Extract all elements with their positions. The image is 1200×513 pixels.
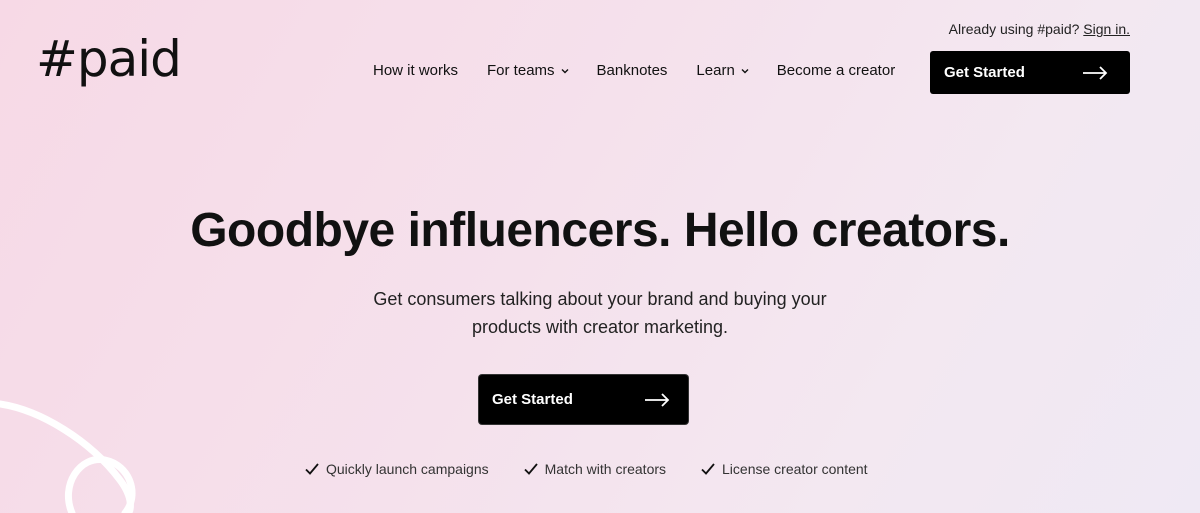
header-get-started-button[interactable]: Get Started <box>930 51 1130 94</box>
nav-item-label: Learn <box>696 62 735 79</box>
signin-prompt: Already using #paid? Sign in. <box>949 21 1130 37</box>
feature-label: Quickly launch campaigns <box>326 461 489 477</box>
nav-item-how-it-works[interactable]: How it works <box>373 62 458 79</box>
feature-item: Match with creators <box>523 461 666 477</box>
chevron-down-icon <box>561 68 569 73</box>
hero-subhead: Get consumers talking about your brand a… <box>0 285 1200 341</box>
nav-item-label: How it works <box>373 62 459 79</box>
hero-get-started-button[interactable]: Get Started <box>479 375 688 424</box>
nav-item-for-teams[interactable]: For teams <box>487 62 570 79</box>
arrow-right-icon <box>1083 65 1108 80</box>
feature-item: Quickly launch campaigns <box>304 461 489 477</box>
button-label: Get Started <box>944 64 1025 81</box>
nav-item-label: Become a creator <box>776 62 896 79</box>
hero-subhead-line-1: Get consumers talking about your brand a… <box>373 289 827 309</box>
nav-item-become-a-creator[interactable]: Become a creator <box>777 62 895 79</box>
signin-link[interactable]: Sign in. <box>1083 21 1130 37</box>
hero-subhead-line-2: products with creator marketing. <box>471 317 729 337</box>
arrow-right-icon <box>645 392 670 407</box>
signin-prefix: Already using #paid? <box>948 21 1080 37</box>
feature-label: Match with creators <box>544 461 667 477</box>
decorative-swirl-graphic <box>0 400 136 513</box>
nav-item-banknotes[interactable]: Banknotes <box>597 62 668 79</box>
check-icon <box>701 463 715 475</box>
nav-item-label: For teams <box>487 62 555 79</box>
hero-headline: Goodbye influencers. Hello creators. <box>190 204 1010 257</box>
feature-item: License creator content <box>700 461 868 477</box>
main-nav: How it works For teams Banknotes Learn B… <box>373 62 895 79</box>
nav-item-learn[interactable]: Learn <box>696 62 749 79</box>
paid-logo[interactable]: #paid <box>36 34 182 84</box>
nav-item-label: Banknotes <box>596 62 668 79</box>
hero-feature-list: Quickly launch campaigns Match with crea… <box>304 461 868 477</box>
button-label: Get Started <box>492 391 573 408</box>
check-icon <box>305 463 319 475</box>
check-icon <box>524 463 538 475</box>
chevron-down-icon <box>741 68 749 73</box>
feature-label: License creator content <box>722 461 868 477</box>
